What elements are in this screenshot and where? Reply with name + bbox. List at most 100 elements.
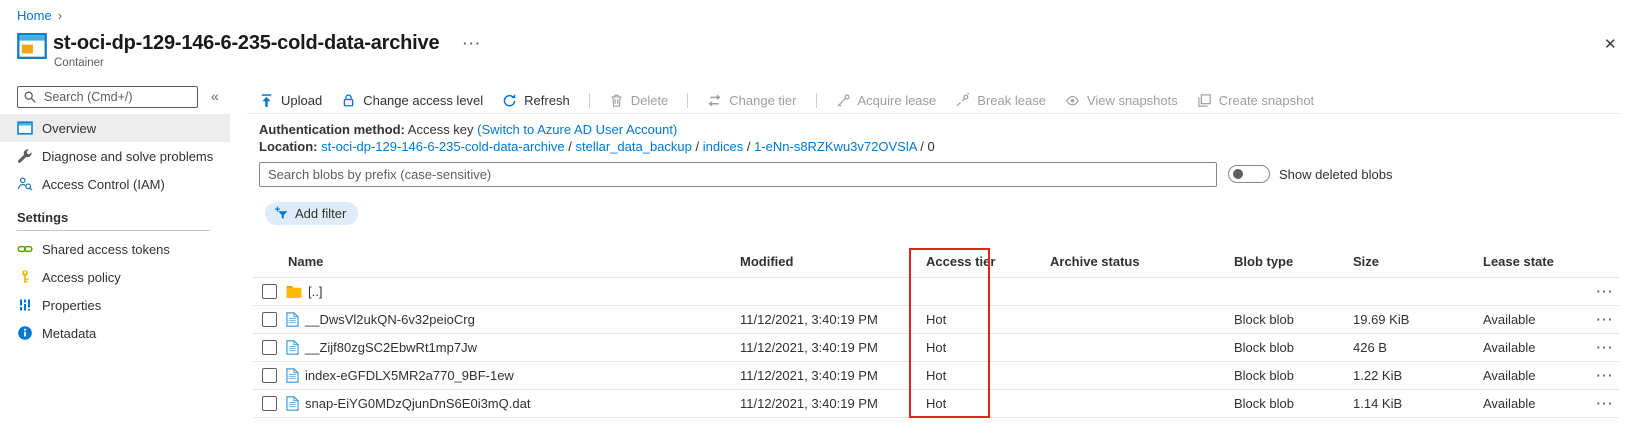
sidebar-item-label: Overview [42, 121, 96, 136]
add-filter-button[interactable]: Add filter [265, 202, 358, 225]
page-subtitle: Container [54, 57, 104, 69]
file-icon [286, 396, 299, 411]
row-more-menu[interactable]: ··· [1560, 284, 1620, 299]
cell-size: 19.69 KiB [1345, 312, 1475, 327]
sidebar-item-diagnose[interactable]: Diagnose and solve problems [0, 142, 230, 170]
toolbar-button-label: Create snapshot [1219, 93, 1314, 108]
column-header-archive-status: Archive status [1042, 254, 1226, 269]
location-link-folder[interactable]: 1-eNn-s8RZKwu3v72OVSlA [754, 139, 917, 154]
main-content: Upload Change access level Refresh Delet [247, 84, 1621, 423]
upload-icon [259, 93, 274, 108]
toggle-knob [1233, 169, 1243, 179]
cell-blob-type: Block blob [1226, 396, 1345, 411]
location-link-container[interactable]: st-oci-dp-129-146-6-235-cold-data-archiv… [321, 139, 565, 154]
sidebar-item-shared-access-tokens[interactable]: Shared access tokens [0, 235, 230, 263]
break-lease-icon [955, 93, 970, 108]
toggle-label: Show deleted blobs [1279, 167, 1392, 182]
link-chain-icon [17, 241, 33, 257]
blob-name-link[interactable]: index-eGFDLX5MR2a770_9BF-1ew [305, 368, 514, 383]
blob-name-link[interactable]: snap-EiYG0MDzQjunDnS6E0i3mQ.dat [305, 396, 530, 411]
sidebar-collapse-icon[interactable]: « [211, 88, 219, 104]
blob-prefix-search-input[interactable] [259, 162, 1217, 187]
cell-blob-type: Block blob [1226, 340, 1345, 355]
toolbar: Upload Change access level Refresh Delet [259, 88, 1333, 112]
lock-icon [341, 93, 356, 108]
sidebar-item-label: Access Control (IAM) [42, 177, 165, 192]
sidebar-item-metadata[interactable]: Metadata [0, 319, 230, 347]
cell-access-tier: Hot [909, 340, 1042, 355]
trash-icon [609, 93, 624, 108]
people-iam-icon [17, 176, 33, 192]
blob-name-link[interactable]: [..] [308, 284, 322, 299]
folder-icon [286, 285, 302, 299]
toolbar-separator [589, 93, 590, 108]
location-current-folder: 0 [928, 139, 935, 154]
path-separator: / [920, 139, 924, 154]
blob-name-link[interactable]: __DwsVl2ukQN-6v32peioCrg [305, 312, 475, 327]
sidebar-item-overview[interactable]: Overview [0, 114, 230, 142]
toolbar-separator [816, 93, 817, 108]
row-checkbox[interactable] [262, 396, 277, 411]
sidebar-item-label: Diagnose and solve problems [42, 149, 213, 164]
row-more-menu[interactable]: ··· [1560, 396, 1620, 411]
column-header-size: Size [1345, 254, 1475, 269]
toolbar-button-label: Break lease [977, 93, 1046, 108]
cell-lease-state: Available [1475, 340, 1560, 355]
blob-name-link[interactable]: __Zijf80zgSC2EbwRt1mp7Jw [305, 340, 477, 355]
auth-method-value: Access key [408, 122, 474, 137]
toolbar-button-label: Change tier [729, 93, 796, 108]
close-icon[interactable]: ✕ [1604, 35, 1617, 53]
title-more-menu[interactable]: ··· [463, 36, 482, 51]
auth-method-label: Authentication method: [259, 122, 405, 137]
wrench-icon [17, 148, 33, 164]
row-checkbox[interactable] [262, 368, 277, 383]
sidebar-item-access-control[interactable]: Access Control (IAM) [0, 170, 230, 198]
cell-access-tier: Hot [909, 368, 1042, 383]
switch-auth-link[interactable]: (Switch to Azure AD User Account) [477, 122, 677, 137]
toolbar-button-label: Refresh [524, 93, 570, 108]
row-checkbox[interactable] [262, 340, 277, 355]
toolbar-button-label: View snapshots [1087, 93, 1178, 108]
row-checkbox[interactable] [262, 312, 277, 327]
create-snapshot-button: Create snapshot [1197, 93, 1314, 108]
row-more-menu[interactable]: ··· [1560, 368, 1620, 383]
table-header-row: Name Modified Access tier Archive status… [252, 245, 1620, 278]
file-icon [286, 312, 299, 327]
cell-size: 1.14 KiB [1345, 396, 1475, 411]
show-deleted-blobs-toggle[interactable] [1228, 165, 1270, 183]
toolbar-divider [247, 113, 1621, 114]
cell-blob-type: Block blob [1226, 312, 1345, 327]
location-link-folder[interactable]: stellar_data_backup [576, 139, 692, 154]
row-checkbox[interactable] [262, 284, 277, 299]
upload-button[interactable]: Upload [259, 93, 322, 108]
breadcrumb-home-link[interactable]: Home [17, 8, 52, 23]
table-row: index-eGFDLX5MR2a770_9BF-1ew 11/12/2021,… [252, 362, 1620, 390]
properties-bars-icon [17, 297, 33, 313]
overview-icon [17, 120, 33, 136]
container-icon [17, 33, 47, 59]
search-icon [23, 90, 37, 104]
sidebar-item-label: Access policy [42, 270, 121, 285]
sidebar-item-access-policy[interactable]: Access policy [0, 263, 230, 291]
column-header-lease-state: Lease state [1475, 254, 1560, 269]
refresh-button[interactable]: Refresh [502, 93, 570, 108]
sidebar-search-input[interactable] [17, 86, 198, 108]
change-access-level-button[interactable]: Change access level [341, 93, 483, 108]
path-separator: / [696, 139, 700, 154]
row-more-menu[interactable]: ··· [1560, 340, 1620, 355]
cell-modified: 11/12/2021, 3:40:19 PM [740, 368, 909, 383]
chevron-right-icon: › [58, 8, 62, 23]
cell-blob-type: Block blob [1226, 368, 1345, 383]
sidebar-item-properties[interactable]: Properties [0, 291, 230, 319]
cell-size: 1.22 KiB [1345, 368, 1475, 383]
refresh-icon [502, 93, 517, 108]
sidebar-item-label: Metadata [42, 326, 96, 341]
row-more-menu[interactable]: ··· [1560, 312, 1620, 327]
sidebar-item-label: Shared access tokens [42, 242, 170, 257]
blob-table: Name Modified Access tier Archive status… [252, 245, 1620, 418]
cell-modified: 11/12/2021, 3:40:19 PM [740, 312, 909, 327]
cell-access-tier: Hot [909, 396, 1042, 411]
path-separator: / [747, 139, 751, 154]
location-link-folder[interactable]: indices [703, 139, 743, 154]
blob-container-blade: Home › st-oci-dp-129-146-6-235-cold-data… [0, 0, 1637, 423]
